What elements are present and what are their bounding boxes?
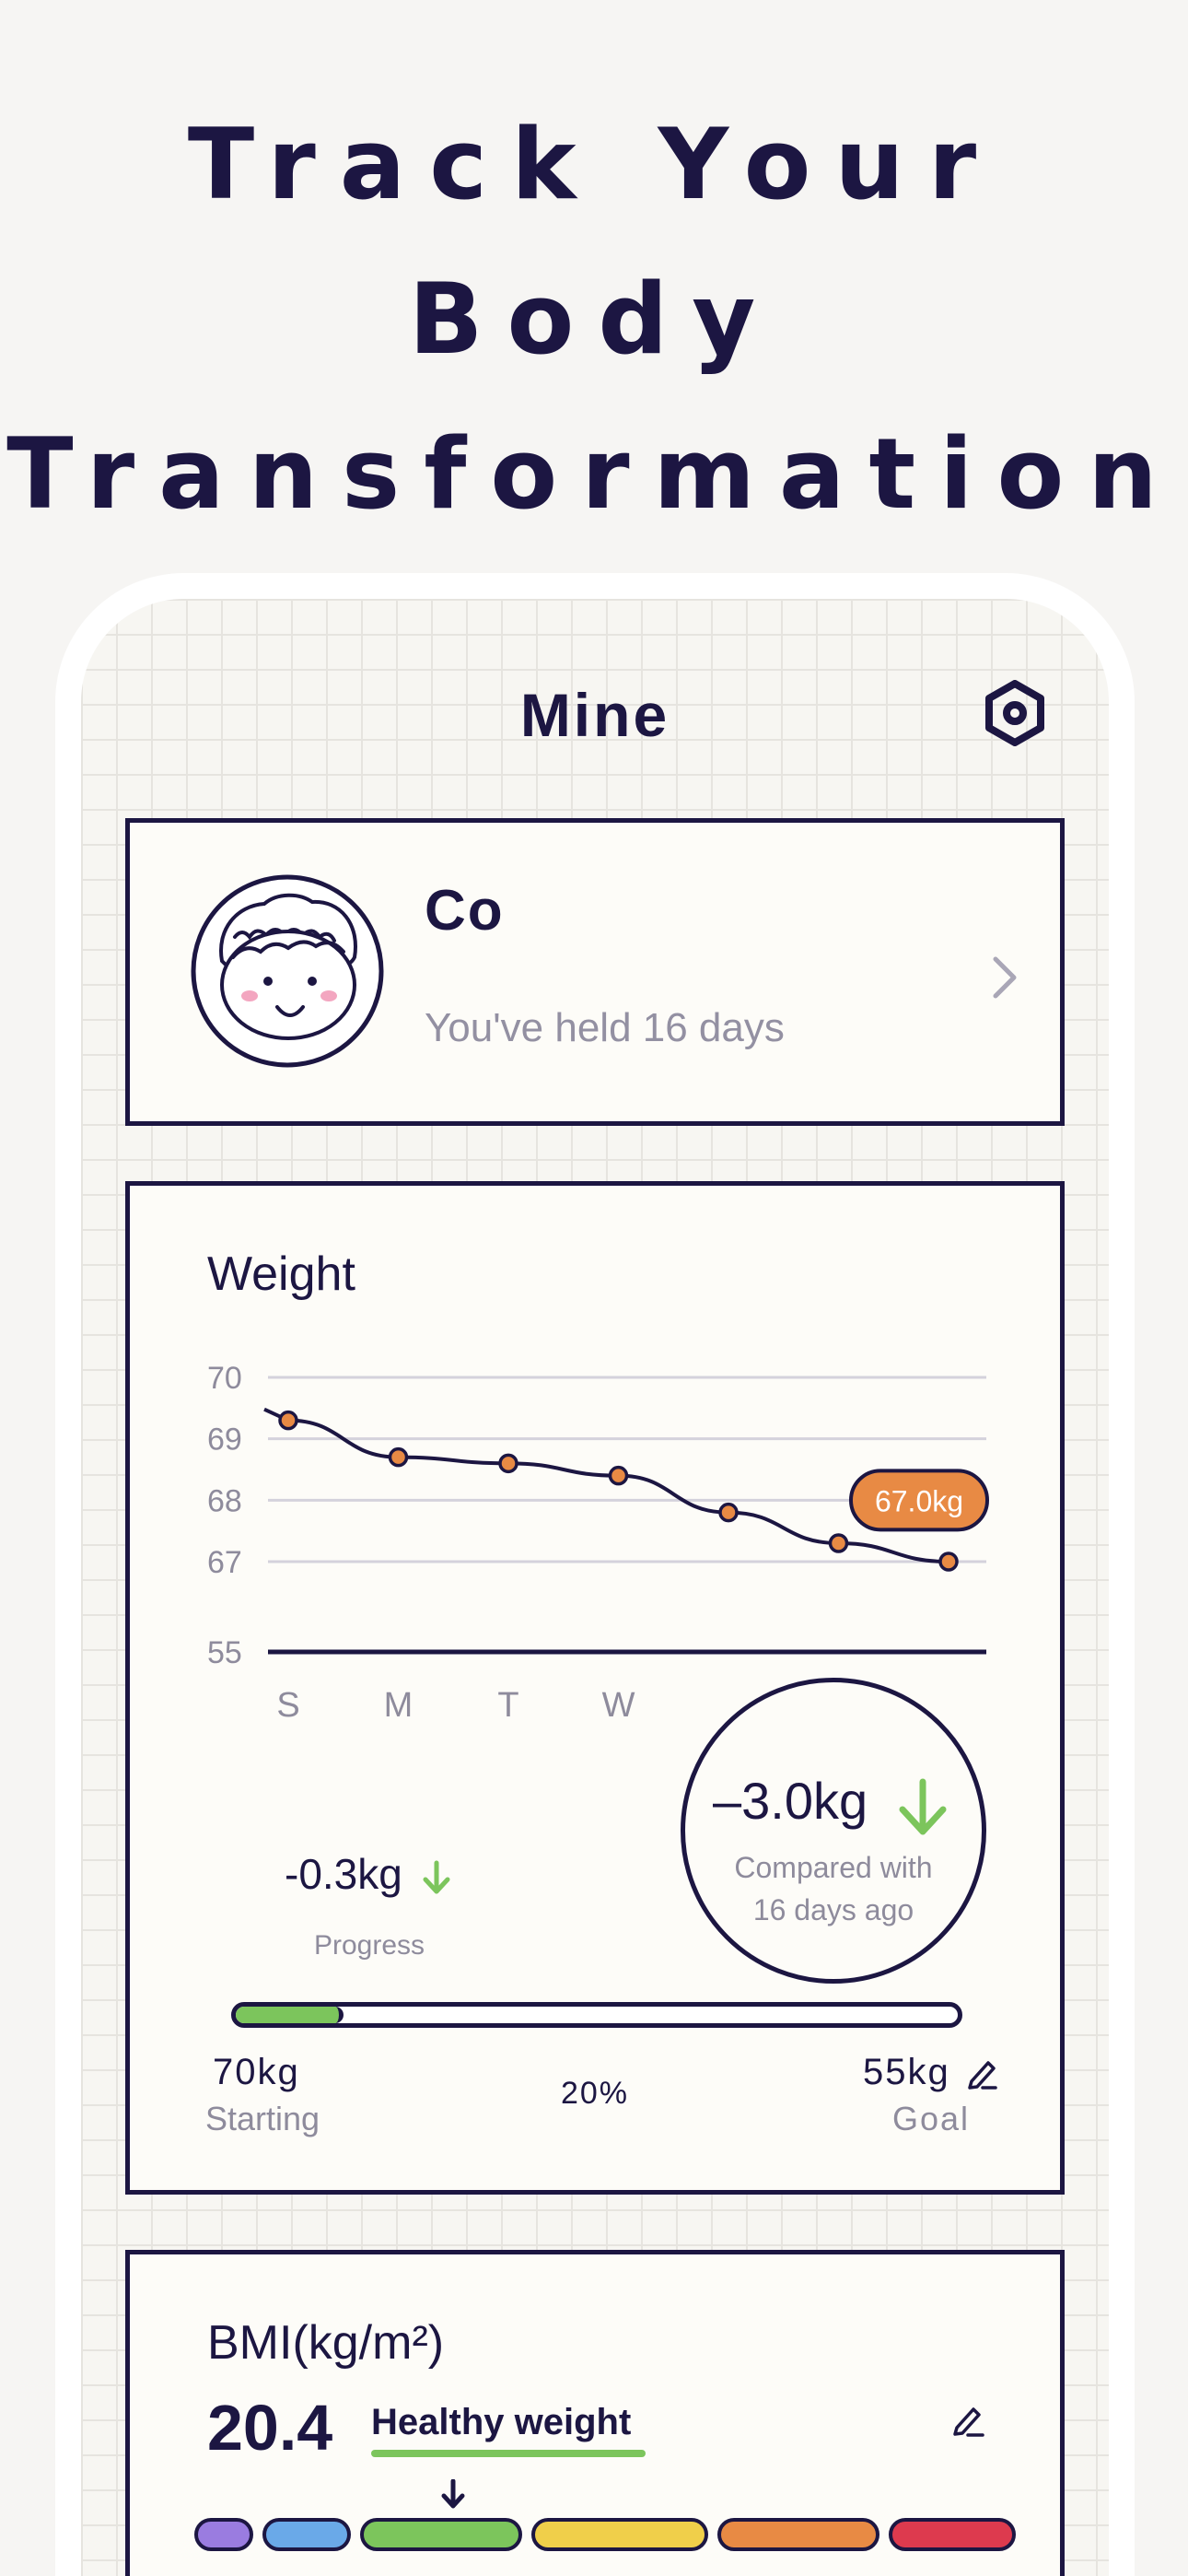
arrow-down-icon xyxy=(423,1860,450,1894)
x-tick-label: S xyxy=(276,1686,299,1725)
compare-value: –3.0kg xyxy=(713,1772,868,1830)
profile-name: Co xyxy=(425,879,505,943)
compare-bubble: –3.0kg Compared with 16 days ago xyxy=(681,1678,986,1984)
bmi-scale-segment xyxy=(717,2518,879,2551)
y-tick-label: 68 xyxy=(207,1483,242,1518)
weight-data-point xyxy=(498,1453,518,1474)
progress-value: -0.3kg xyxy=(285,1849,453,1899)
arrow-down-icon xyxy=(899,1778,947,1835)
progress-value-text: -0.3kg xyxy=(285,1850,402,1898)
compare-caption-line-2: 16 days ago xyxy=(752,1893,914,1926)
bmi-value: 20.4 xyxy=(207,2392,333,2464)
headline-line-2: Body xyxy=(408,263,780,376)
latest-value-label: 67.0kg xyxy=(875,1484,963,1517)
chevron-right-icon[interactable] xyxy=(986,952,1023,1003)
weight-data-point xyxy=(828,1533,849,1553)
bmi-pointer-icon xyxy=(441,2479,465,2509)
bmi-status: Healthy weight xyxy=(371,2402,632,2442)
settings-icon[interactable] xyxy=(982,680,1048,746)
weight-card: Weight 70 69 68 67 55 S M T W 67.0kg -0.3kg Progr… xyxy=(125,1181,1065,2195)
app-screen: Mine Co You've held 16 days Weight 70 69 6… xyxy=(81,599,1109,2576)
bmi-scale-segment xyxy=(531,2518,708,2551)
page-title: Mine xyxy=(519,681,670,749)
edit-pencil-icon[interactable] xyxy=(949,2402,986,2439)
headline-line-3: Transformation xyxy=(6,417,1182,531)
promo-headline: Track Your Body Transformation xyxy=(0,88,1188,552)
bmi-scale-segment xyxy=(194,2518,253,2551)
goal-weight-label: Goal xyxy=(892,2100,971,2137)
weight-data-point xyxy=(608,1465,629,1486)
y-tick-label: 55 xyxy=(207,1635,242,1670)
bmi-scale xyxy=(194,2518,1016,2551)
bmi-card: BMI(kg/m²) 20.4 Healthy weight xyxy=(125,2250,1065,2576)
x-tick-label: M xyxy=(384,1686,413,1725)
avatar-face-icon xyxy=(191,874,384,1068)
progress-caption: Progress xyxy=(314,1930,425,1961)
profile-streak-text: You've held 16 days xyxy=(425,1005,785,1050)
bmi-scale-segment xyxy=(889,2518,1016,2551)
bmi-card-title: BMI(kg/m²) xyxy=(207,2316,445,2370)
weight-data-point xyxy=(938,1551,959,1572)
weight-data-point xyxy=(388,1446,409,1468)
compare-caption-line-1: Compared with xyxy=(734,1851,933,1884)
bmi-status-underline xyxy=(371,2450,646,2457)
goal-weight-value: 55kg xyxy=(863,2052,950,2092)
bmi-scale-segment xyxy=(360,2518,522,2551)
x-tick-label: T xyxy=(497,1686,518,1725)
weight-data-point xyxy=(718,1502,739,1523)
y-tick-label: 67 xyxy=(207,1545,242,1580)
edit-pencil-icon[interactable] xyxy=(964,2055,999,2090)
weight-data-point xyxy=(278,1410,298,1431)
compare-caption: Compared with 16 days ago xyxy=(685,1846,982,1931)
headline-line-1: Track Your xyxy=(187,108,1001,221)
bmi-scale-segment xyxy=(262,2518,351,2551)
profile-card[interactable]: Co You've held 16 days xyxy=(125,818,1065,1126)
x-tick-label: W xyxy=(602,1686,635,1725)
goal-progress-bar xyxy=(231,2002,962,2028)
y-tick-label: 70 xyxy=(207,1361,242,1396)
y-tick-label: 69 xyxy=(207,1423,242,1458)
goal-progress-fill xyxy=(236,2007,344,2023)
